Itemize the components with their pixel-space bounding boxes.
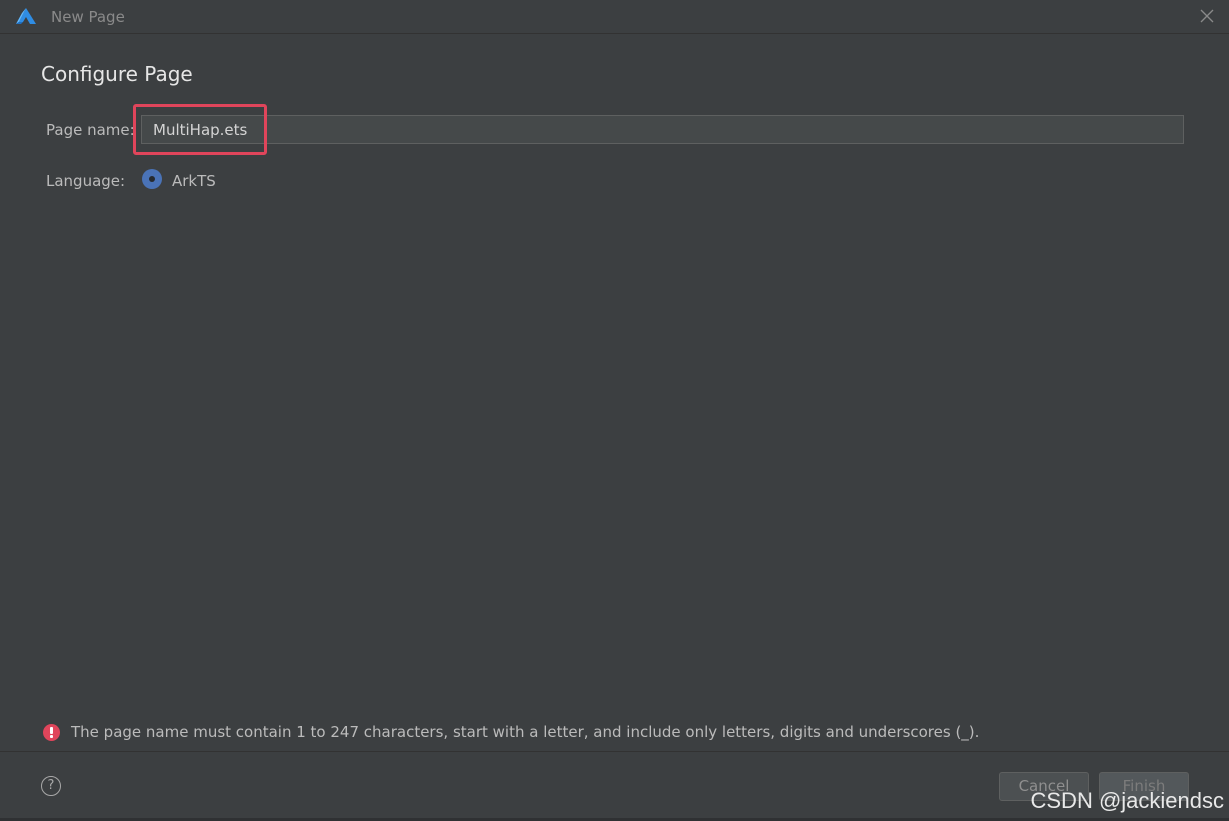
radio-selected-dot <box>149 176 155 182</box>
finish-button[interactable]: Finish <box>1099 772 1189 801</box>
language-option-label[interactable]: ArkTS <box>172 172 216 190</box>
close-icon[interactable] <box>1199 8 1215 24</box>
app-logo-icon <box>16 8 36 24</box>
window-title: New Page <box>51 8 125 26</box>
help-icon[interactable]: ? <box>41 776 61 796</box>
page-name-input[interactable] <box>141 115 1184 144</box>
error-icon <box>43 724 60 741</box>
page-heading: Configure Page <box>41 62 193 86</box>
page-name-label: Page name: <box>46 121 135 139</box>
language-label: Language: <box>46 172 126 190</box>
validation-error-message: The page name must contain 1 to 247 char… <box>71 723 980 741</box>
new-page-dialog: New Page Configure Page Page name: Langu… <box>0 0 1229 821</box>
language-radio-arkts[interactable] <box>142 169 162 189</box>
title-bar: New Page <box>0 0 1229 34</box>
cancel-button[interactable]: Cancel <box>999 772 1089 801</box>
footer-divider <box>0 751 1229 752</box>
